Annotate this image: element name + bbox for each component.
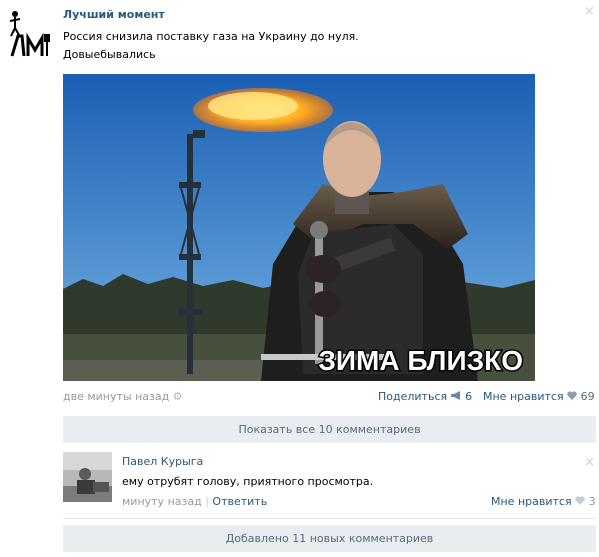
- post-photo[interactable]: ЗИМА БЛИЗКО: [63, 74, 535, 381]
- comment-like-label[interactable]: Мне нравится: [491, 495, 572, 508]
- close-icon[interactable]: ×: [584, 455, 595, 470]
- close-icon[interactable]: ×: [584, 4, 595, 19]
- comment-like-count: 3: [588, 495, 596, 508]
- post-text: Россия снизила поставку газа на Украину …: [63, 28, 359, 64]
- share-count: 6: [465, 390, 473, 403]
- like-label[interactable]: Мне нравится: [483, 390, 564, 403]
- comment-author[interactable]: Павел Курыга: [122, 455, 203, 468]
- meta-separator: |: [205, 495, 209, 508]
- post-text-line: Довыебывались: [63, 48, 156, 61]
- heart-icon: [575, 495, 589, 508]
- post-time[interactable]: две минуты назад: [63, 390, 169, 403]
- comment-meta: минуту назад | Ответить: [122, 495, 267, 508]
- like-count: 69: [580, 390, 595, 403]
- heart-icon: [567, 390, 581, 403]
- share-button[interactable]: Поделиться 6: [378, 390, 472, 403]
- divider: [63, 518, 596, 519]
- post-author[interactable]: Лучший момент: [63, 8, 165, 21]
- comment-text: ему отрубят голову, приятного просмотра.: [122, 475, 374, 488]
- megaphone-icon: [450, 390, 466, 403]
- show-all-comments-button[interactable]: Показать все 10 комментариев: [63, 416, 596, 443]
- image-caption: ЗИМА БЛИЗКО: [318, 345, 523, 376]
- comment-time[interactable]: минуту назад: [122, 495, 202, 508]
- new-comments-button[interactable]: Добавлено 11 новых комментариев: [63, 525, 596, 552]
- like-button[interactable]: Мне нравится 69: [483, 390, 595, 403]
- post-timestamp[interactable]: две минуты назад ⚙: [63, 390, 183, 403]
- comment-like-button[interactable]: Мне нравится 3: [491, 495, 596, 508]
- reply-button[interactable]: Ответить: [212, 495, 267, 508]
- share-label[interactable]: Поделиться: [378, 390, 447, 403]
- post-text-line: Россия снизила поставку газа на Украину …: [63, 30, 359, 43]
- gear-icon[interactable]: ⚙: [173, 390, 183, 403]
- group-logo[interactable]: [6, 8, 52, 58]
- avatar[interactable]: [63, 452, 112, 502]
